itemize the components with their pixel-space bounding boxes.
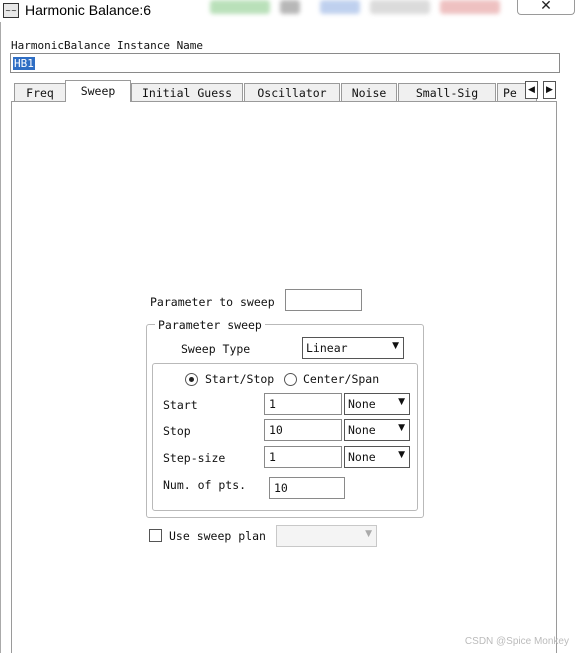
dropdown-arrow-icon: ▼ [398, 423, 405, 433]
stop-unit-value: None [348, 423, 376, 437]
chevron-left-icon: ◀ [528, 85, 535, 95]
start-unit-value: None [348, 397, 376, 411]
tab-small-sig[interactable]: Small-Sig [398, 83, 496, 101]
stop-label: Stop [163, 424, 191, 438]
dropdown-arrow-icon: ▼ [398, 397, 405, 407]
background-toolbar-blur [280, 0, 300, 14]
sweep-panel: Parameter to sweep Parameter sweep Sweep… [11, 101, 557, 653]
start-input[interactable]: 1 [264, 393, 342, 415]
tab-scroll-right-button[interactable]: ▶ [543, 81, 556, 99]
sweep-type-select[interactable]: Linear ▼ [302, 337, 404, 359]
tab-strip: Freq Sweep Initial Guess Oscillator Nois… [10, 80, 560, 102]
dropdown-arrow-icon: ▼ [392, 341, 399, 351]
num-of-pts-input[interactable]: 10 [269, 477, 345, 499]
close-icon: ✕ [540, 0, 552, 14]
instance-name-input[interactable]: HB1 [10, 53, 560, 73]
sweep-type-value: Linear [306, 341, 348, 355]
step-size-unit-select[interactable]: None ▼ [344, 446, 410, 468]
tab-freq[interactable]: Freq [14, 83, 66, 101]
tab-sweep[interactable]: Sweep [65, 80, 131, 102]
start-unit-select[interactable]: None ▼ [344, 393, 410, 415]
start-label: Start [163, 398, 198, 412]
window-title: Harmonic Balance:6 [25, 2, 152, 18]
tab-noise[interactable]: Noise [341, 83, 397, 101]
background-toolbar-blur [440, 0, 500, 14]
close-button[interactable]: ✕ [517, 0, 575, 15]
chevron-right-icon: ▶ [546, 85, 553, 95]
title-bar: ~~ Harmonic Balance:6 ✕ [0, 0, 579, 22]
dropdown-arrow-icon: ▼ [398, 450, 405, 460]
sweep-type-label: Sweep Type [181, 342, 251, 356]
background-toolbar-blur [370, 0, 430, 14]
parameter-sweep-group-title: Parameter sweep [155, 318, 265, 332]
use-sweep-plan-label[interactable]: Use sweep plan [169, 529, 266, 543]
stop-input[interactable]: 10 [264, 419, 342, 441]
stop-unit-select[interactable]: None ▼ [344, 419, 410, 441]
watermark: CSDN @Spice Monkey [464, 636, 569, 647]
parameter-to-sweep-input[interactable] [285, 289, 362, 311]
tab-scroll-left-button[interactable]: ◀ [525, 81, 538, 99]
start-stop-label[interactable]: Start/Stop [205, 372, 274, 386]
instance-name-value: HB1 [13, 57, 35, 70]
app-icon: ~~ [3, 3, 19, 18]
center-span-label[interactable]: Center/Span [303, 372, 379, 386]
use-sweep-plan-checkbox[interactable] [149, 529, 162, 542]
tab-oscillator[interactable]: Oscillator [244, 83, 340, 101]
parameter-to-sweep-label: Parameter to sweep [150, 295, 275, 309]
window-border [0, 22, 1, 653]
step-size-label: Step-size [163, 451, 226, 465]
start-stop-radio[interactable] [185, 373, 198, 386]
instance-name-label: HarmonicBalance Instance Name [11, 39, 204, 52]
step-size-unit-value: None [348, 450, 376, 464]
background-toolbar-blur [320, 0, 360, 14]
sweep-plan-select[interactable]: ▼ [276, 525, 377, 547]
num-of-pts-label: Num. of pts. [163, 478, 247, 492]
tab-initial-guess[interactable]: Initial Guess [131, 83, 243, 101]
center-span-radio[interactable] [284, 373, 297, 386]
step-size-input[interactable]: 1 [264, 446, 342, 468]
background-toolbar-blur [210, 0, 270, 14]
dropdown-arrow-icon: ▼ [365, 529, 372, 539]
